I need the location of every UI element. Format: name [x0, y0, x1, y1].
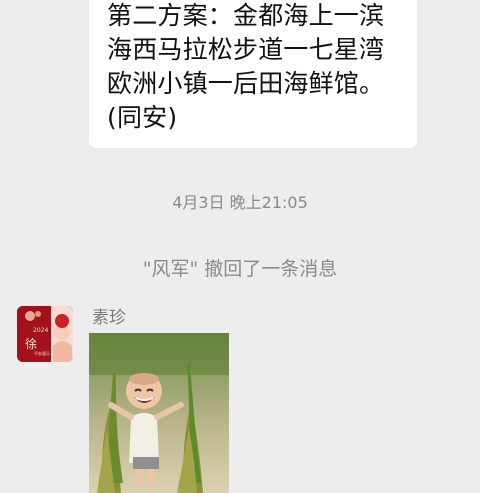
avatar-char: 徐: [25, 336, 37, 351]
chat-timestamp: 4月3日 晚上21:05: [172, 193, 308, 212]
message-text: 第二方案：金都海上一滨 海西马拉松步道一七星湾 欧洲小镇一后田海鲜馆。 (同安): [107, 1, 385, 132]
sticker-message[interactable]: [89, 333, 229, 493]
sender-name: 素珍: [92, 308, 126, 328]
message-bubble-text[interactable]: 第二方案：金都海上一滨 海西马拉松步道一七星湾 欧洲小镇一后田海鲜馆。 (同安): [89, 0, 417, 148]
avatar-caption: 平安喜乐: [34, 350, 50, 356]
avatar-image: 2024 徐 平安喜乐: [17, 306, 73, 362]
recall-notice: "风军" 撤回了一条消息: [142, 258, 338, 280]
avatar-year: 2024: [33, 327, 48, 334]
child-with-rice-bundles-sticker-icon: [89, 333, 229, 493]
sender-avatar[interactable]: 2024 徐 平安喜乐: [17, 306, 73, 362]
